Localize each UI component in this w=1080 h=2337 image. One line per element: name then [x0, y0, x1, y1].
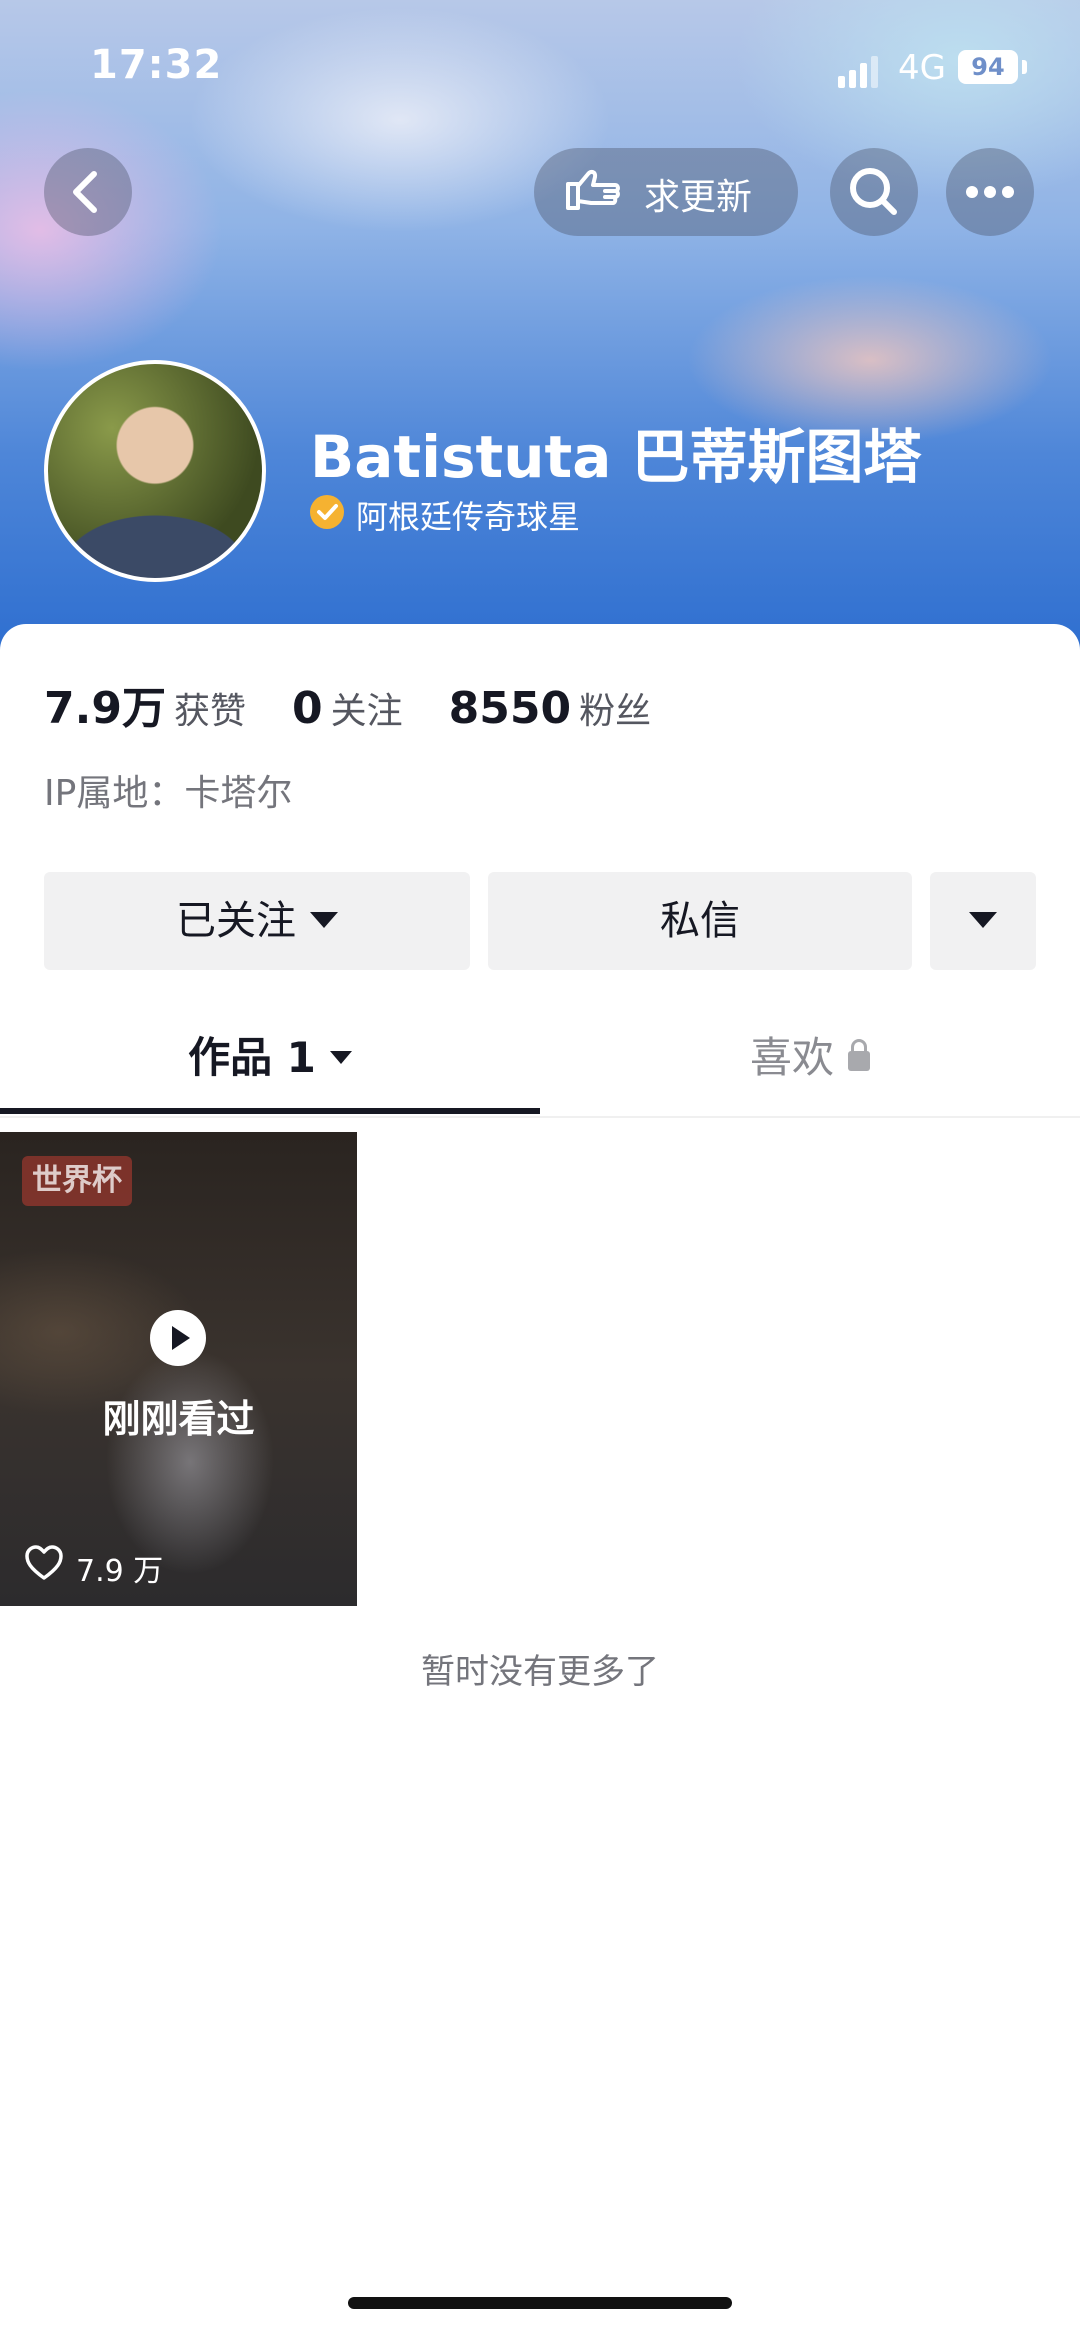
following-button-label: 已关注 [176, 898, 296, 944]
pointing-hand-icon [566, 169, 620, 210]
verification-text: 阿根廷传奇球星 [356, 498, 581, 536]
likes-count[interactable]: 7.9万 [44, 683, 166, 734]
chevron-left-icon [73, 171, 97, 213]
home-indicator[interactable] [348, 2297, 732, 2309]
request-update-button[interactable]: 求更新 [534, 148, 798, 236]
status-bar: 17:32 4G 94 [0, 0, 1080, 130]
more-actions-dropdown[interactable] [930, 872, 1036, 970]
following-button[interactable]: 已关注 [44, 872, 470, 970]
following-label: 关注 [330, 691, 403, 732]
no-more-content-text: 暂时没有更多了 [421, 1652, 659, 1692]
following-count[interactable]: 0 [292, 683, 323, 734]
video-likes: 7.9 万 [24, 1544, 163, 1589]
tab-works[interactable]: 作品 1 [0, 1008, 540, 1114]
heart-icon [25, 1545, 63, 1580]
watched-label: 刚刚看过 [102, 1397, 255, 1441]
caret-down-icon [329, 1051, 352, 1064]
lock-icon [848, 1038, 870, 1071]
tab-likes-label: 喜欢 [749, 1033, 834, 1082]
battery-icon: 94 [958, 50, 1018, 84]
battery-tip [1022, 60, 1027, 74]
signal-icon [838, 54, 878, 88]
more-dots-icon [966, 186, 1014, 198]
video-tag: 世界杯 [22, 1156, 132, 1206]
back-button[interactable] [44, 148, 132, 236]
request-update-label: 求更新 [644, 177, 753, 218]
more-button[interactable] [946, 148, 1034, 236]
profile-tabs: 作品 1 喜欢 [0, 1008, 1080, 1118]
video-thumbnail[interactable]: 世界杯 刚刚看过 7.9 万 [0, 1132, 357, 1606]
followers-label: 粉丝 [579, 691, 652, 732]
avatar[interactable] [44, 360, 266, 582]
status-time: 17:32 [90, 42, 223, 88]
video-likes-count: 7.9 万 [76, 1554, 164, 1589]
message-button[interactable]: 私信 [488, 872, 912, 970]
message-button-label: 私信 [660, 898, 740, 944]
active-tab-indicator [0, 1108, 540, 1114]
verified-badge-icon [310, 495, 344, 529]
profile-content-card: 7.9万 获赞 0 关注 8550 粉丝 IP属地：卡塔尔 已关注 私信 作品 1 喜欢 … [0, 624, 1080, 2337]
search-button[interactable] [830, 148, 918, 236]
ip-location: IP属地：卡塔尔 [44, 773, 293, 814]
tab-likes[interactable]: 喜欢 [540, 1008, 1080, 1114]
search-icon [850, 168, 897, 215]
caret-down-icon [310, 912, 338, 928]
play-icon [150, 1310, 206, 1366]
likes-label: 获赞 [173, 691, 246, 732]
tab-works-label: 作品 1 [188, 1033, 316, 1082]
followers-count[interactable]: 8550 [449, 683, 571, 734]
profile-name: Batistuta 巴蒂斯图塔 [310, 423, 922, 491]
profile-stats: 7.9万 获赞 0 关注 8550 粉丝 [44, 672, 697, 734]
network-type: 4G [898, 48, 946, 88]
caret-down-icon [969, 912, 997, 928]
